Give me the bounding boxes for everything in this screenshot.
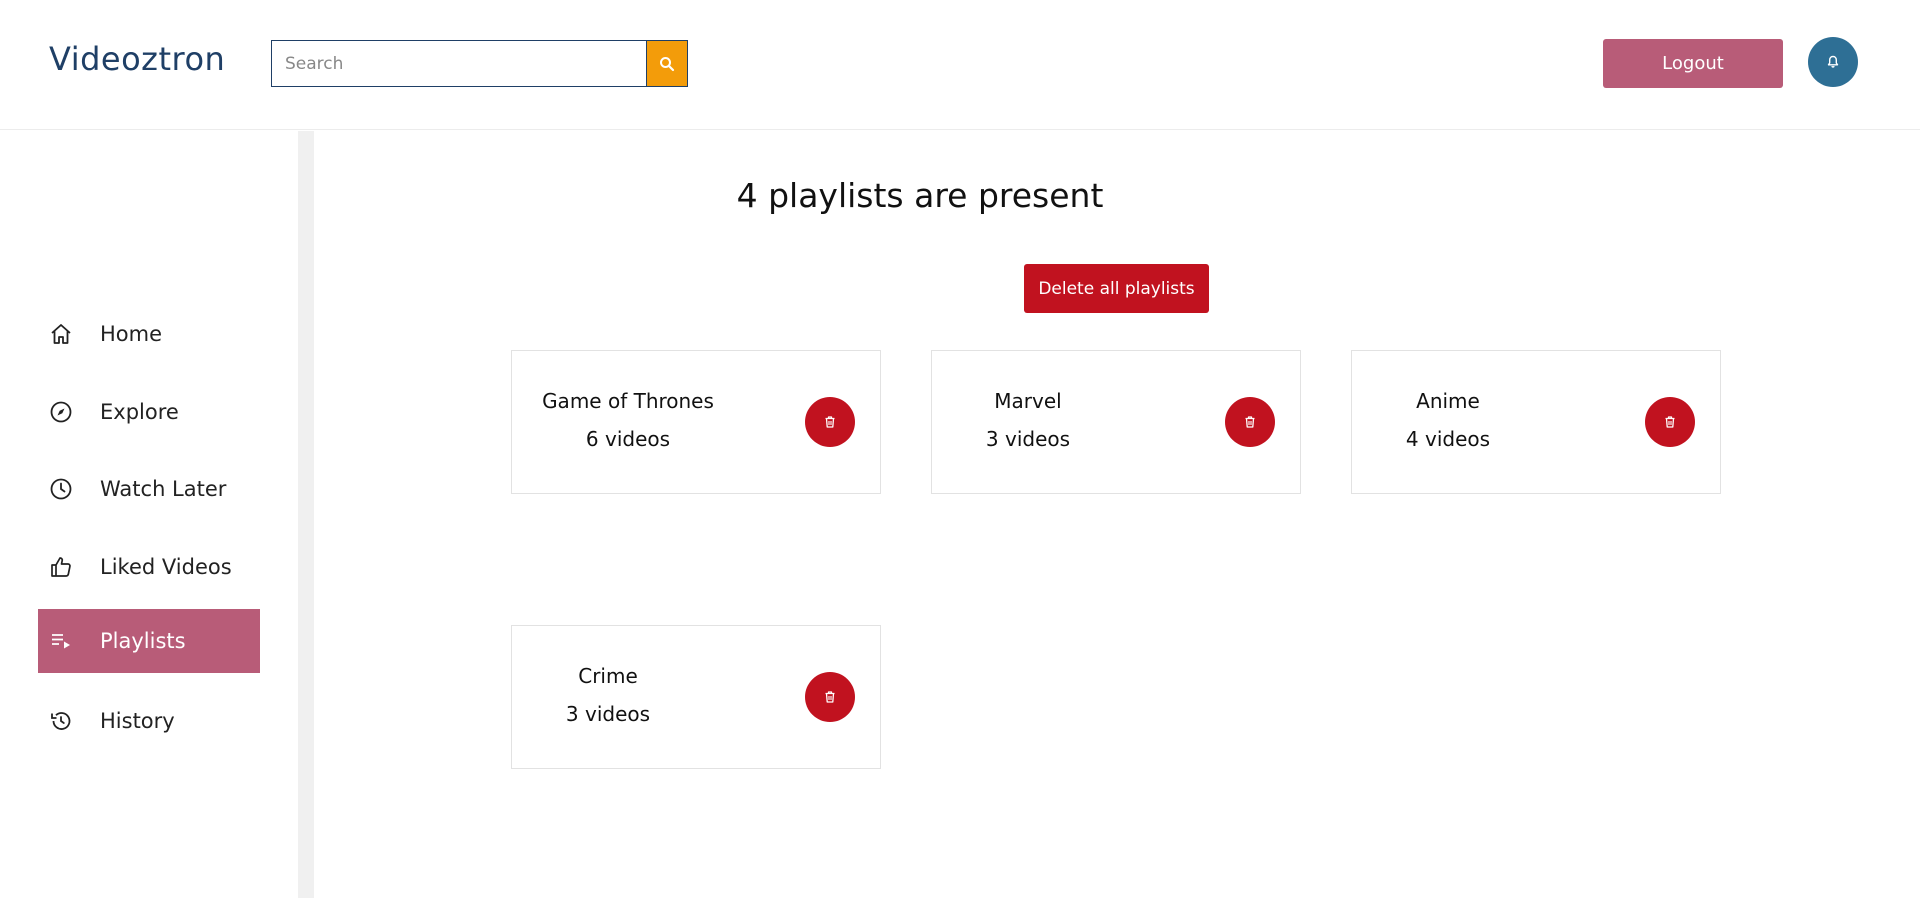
bell-icon bbox=[1827, 55, 1839, 68]
sidebar-scrollbar[interactable] bbox=[298, 131, 314, 898]
sidebar-item-history[interactable]: History bbox=[38, 689, 260, 753]
delete-playlist-button[interactable] bbox=[805, 672, 855, 722]
playlist-video-count: 6 videos bbox=[585, 427, 671, 451]
delete-all-playlists-button[interactable]: Delete all playlists bbox=[1024, 264, 1209, 313]
trash-icon bbox=[1245, 416, 1255, 428]
delete-playlist-button[interactable] bbox=[805, 397, 855, 447]
playlist-name: Game of Thrones bbox=[542, 389, 714, 413]
playlist-name: Crime bbox=[578, 664, 638, 688]
sidebar-item-liked-videos[interactable]: Liked Videos bbox=[38, 535, 260, 599]
search-bar bbox=[271, 40, 688, 87]
playlist-card[interactable]: Crime 3 videos bbox=[511, 625, 881, 769]
page-title: 4 playlists are present bbox=[736, 176, 1104, 215]
sidebar-item-label: Explore bbox=[100, 400, 179, 424]
compass-icon bbox=[48, 399, 74, 425]
sidebar-item-label: Liked Videos bbox=[100, 555, 232, 579]
brand-logo[interactable]: Videoztron bbox=[49, 40, 225, 78]
playlist-video-count: 3 videos bbox=[985, 427, 1071, 451]
sidebar-item-label: Playlists bbox=[100, 629, 186, 653]
trash-icon bbox=[1665, 416, 1675, 428]
playlist-card[interactable]: Marvel 3 videos bbox=[931, 350, 1301, 494]
playlist-icon bbox=[48, 628, 74, 654]
sidebar: Home Explore Watch Later Liked Videos Pl… bbox=[0, 131, 298, 898]
search-button[interactable] bbox=[646, 41, 687, 86]
clock-icon bbox=[48, 476, 74, 502]
playlist-name: Anime bbox=[1416, 389, 1480, 413]
playlist-name: Marvel bbox=[994, 389, 1062, 413]
sidebar-item-label: History bbox=[100, 709, 175, 733]
history-icon bbox=[48, 708, 74, 734]
trash-icon bbox=[825, 691, 835, 703]
delete-playlist-button[interactable] bbox=[1225, 397, 1275, 447]
trash-icon bbox=[825, 416, 835, 428]
thumbs-up-icon bbox=[48, 554, 74, 580]
playlist-card[interactable]: Game of Thrones 6 videos bbox=[511, 350, 881, 494]
sidebar-item-watch-later[interactable]: Watch Later bbox=[38, 457, 260, 521]
sidebar-item-playlists[interactable]: Playlists bbox=[38, 609, 260, 673]
top-header: Videoztron Logout bbox=[0, 0, 1920, 130]
search-input[interactable] bbox=[272, 41, 646, 86]
playlist-video-count: 3 videos bbox=[565, 702, 651, 726]
sidebar-item-label: Watch Later bbox=[100, 477, 227, 501]
home-icon bbox=[48, 321, 74, 347]
notifications-button[interactable] bbox=[1808, 37, 1858, 87]
logout-button[interactable]: Logout bbox=[1603, 39, 1783, 88]
playlist-video-count: 4 videos bbox=[1405, 427, 1491, 451]
delete-playlist-button[interactable] bbox=[1645, 397, 1695, 447]
sidebar-item-home[interactable]: Home bbox=[38, 302, 260, 366]
sidebar-item-explore[interactable]: Explore bbox=[38, 380, 260, 444]
sidebar-item-label: Home bbox=[100, 322, 163, 346]
search-icon bbox=[660, 56, 675, 71]
playlist-card[interactable]: Anime 4 videos bbox=[1351, 350, 1721, 494]
